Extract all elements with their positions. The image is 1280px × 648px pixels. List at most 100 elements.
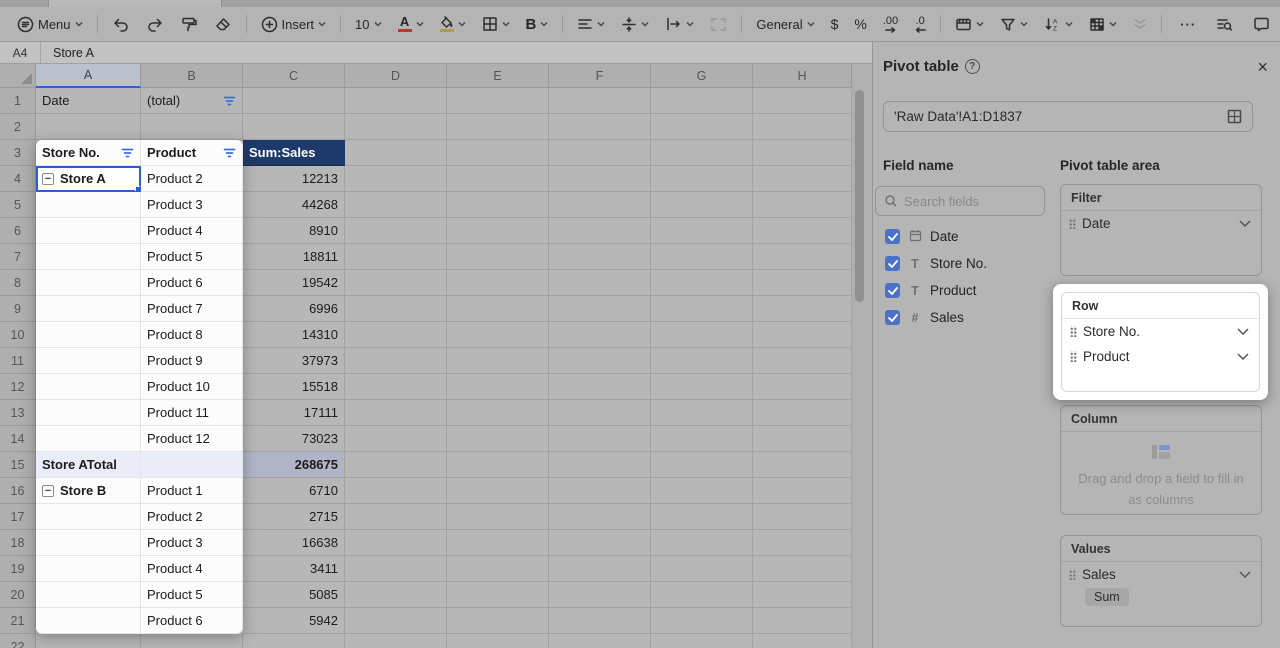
cell-B22[interactable] — [141, 634, 243, 648]
drag-handle-icon[interactable] — [1070, 326, 1077, 337]
collapse-group-icon[interactable]: − — [42, 173, 54, 185]
window-tab[interactable] — [48, 0, 222, 7]
cell-E7[interactable] — [447, 244, 549, 270]
chevron-down-icon[interactable] — [1237, 328, 1249, 335]
cell-C13[interactable]: 17111 — [243, 400, 345, 426]
formula-input[interactable]: Store A — [41, 46, 94, 60]
cell-F18[interactable] — [549, 530, 651, 556]
cell-A18[interactable] — [36, 530, 141, 556]
cell-A4[interactable]: −Store A — [36, 166, 141, 192]
cell-B4[interactable]: Product 2 — [141, 166, 243, 192]
cell-E2[interactable] — [447, 114, 549, 140]
cell-B1[interactable]: (total) — [141, 88, 243, 114]
cell-A14[interactable] — [36, 426, 141, 452]
data-range-input[interactable] — [894, 109, 1227, 124]
cell-C5[interactable]: 44268 — [243, 192, 345, 218]
cell-G16[interactable] — [651, 478, 753, 504]
search-fields-box[interactable] — [875, 186, 1045, 216]
cell-E12[interactable] — [447, 374, 549, 400]
filter-icon[interactable] — [223, 96, 236, 106]
cell-C22[interactable] — [243, 634, 345, 648]
column-header-E[interactable]: E — [447, 64, 549, 88]
cell-G4[interactable] — [651, 166, 753, 192]
cell-D3[interactable] — [345, 140, 447, 166]
cell-C7[interactable]: 18811 — [243, 244, 345, 270]
cell-F6[interactable] — [549, 218, 651, 244]
row-header-9[interactable]: 9 — [0, 296, 36, 322]
horizontal-align-button[interactable] — [572, 11, 610, 37]
cell-D14[interactable] — [345, 426, 447, 452]
cell-B17[interactable]: Product 2 — [141, 504, 243, 530]
cell-H10[interactable] — [753, 322, 852, 348]
cell-E9[interactable] — [447, 296, 549, 322]
cell-D13[interactable] — [345, 400, 447, 426]
cell-H14[interactable] — [753, 426, 852, 452]
cell-D20[interactable] — [345, 582, 447, 608]
cell-A6[interactable] — [36, 218, 141, 244]
column-header-A[interactable]: A — [36, 64, 141, 88]
checkbox-checked-icon[interactable] — [885, 256, 900, 271]
cell-F12[interactable] — [549, 374, 651, 400]
cell-F16[interactable] — [549, 478, 651, 504]
eraser-button[interactable] — [209, 11, 237, 37]
cell-D2[interactable] — [345, 114, 447, 140]
chevron-down-icon[interactable] — [1239, 220, 1251, 227]
cell-E11[interactable] — [447, 348, 549, 374]
cell-A19[interactable] — [36, 556, 141, 582]
cell-C4[interactable]: 12213 — [243, 166, 345, 192]
cell-D8[interactable] — [345, 270, 447, 296]
comment-button[interactable] — [1248, 11, 1275, 37]
cell-B10[interactable]: Product 8 — [141, 322, 243, 348]
cell-H16[interactable] — [753, 478, 852, 504]
cell-C2[interactable] — [243, 114, 345, 140]
cell-E3[interactable] — [447, 140, 549, 166]
cell-C10[interactable]: 14310 — [243, 322, 345, 348]
cell-A21[interactable] — [36, 608, 141, 634]
cell-F1[interactable] — [549, 88, 651, 114]
cell-B6[interactable]: Product 4 — [141, 218, 243, 244]
cell-A2[interactable] — [36, 114, 141, 140]
cell-E15[interactable] — [447, 452, 549, 478]
cell-G17[interactable] — [651, 504, 753, 530]
cell-A17[interactable] — [36, 504, 141, 530]
cell-G2[interactable] — [651, 114, 753, 140]
checkbox-checked-icon[interactable] — [885, 283, 900, 298]
fill-handle[interactable] — [135, 186, 141, 192]
cell-F13[interactable] — [549, 400, 651, 426]
column-header-H[interactable]: H — [753, 64, 852, 88]
cell-E5[interactable] — [447, 192, 549, 218]
cell-A10[interactable] — [36, 322, 141, 348]
font-color-button[interactable]: A — [393, 11, 429, 37]
vertical-scrollbar[interactable] — [855, 90, 864, 302]
cell-C16[interactable]: 6710 — [243, 478, 345, 504]
column-header-G[interactable]: G — [651, 64, 753, 88]
cell-E20[interactable] — [447, 582, 549, 608]
cell-G15[interactable] — [651, 452, 753, 478]
row-header-10[interactable]: 10 — [0, 322, 36, 348]
row-header-11[interactable]: 11 — [0, 348, 36, 374]
cell-B15[interactable] — [141, 452, 243, 478]
cell-A22[interactable] — [36, 634, 141, 648]
row-header-19[interactable]: 19 — [0, 556, 36, 582]
sort-button[interactable]: AZ — [1039, 11, 1078, 37]
cell-D17[interactable] — [345, 504, 447, 530]
cell-F22[interactable] — [549, 634, 651, 648]
column-header-B[interactable]: B — [141, 64, 243, 88]
cell-G20[interactable] — [651, 582, 753, 608]
cell-H19[interactable] — [753, 556, 852, 582]
cell-B19[interactable]: Product 4 — [141, 556, 243, 582]
cell-G13[interactable] — [651, 400, 753, 426]
row-header-15[interactable]: 15 — [0, 452, 36, 478]
cell-H1[interactable] — [753, 88, 852, 114]
row-header-2[interactable]: 2 — [0, 114, 36, 140]
cell-G19[interactable] — [651, 556, 753, 582]
cell-C12[interactable]: 15518 — [243, 374, 345, 400]
cell-C1[interactable] — [243, 88, 345, 114]
cell-H5[interactable] — [753, 192, 852, 218]
cell-H22[interactable] — [753, 634, 852, 648]
cell-C14[interactable]: 73023 — [243, 426, 345, 452]
row-header-4[interactable]: 4 — [0, 166, 36, 192]
cell-B8[interactable]: Product 6 — [141, 270, 243, 296]
cell-H17[interactable] — [753, 504, 852, 530]
row-header-14[interactable]: 14 — [0, 426, 36, 452]
